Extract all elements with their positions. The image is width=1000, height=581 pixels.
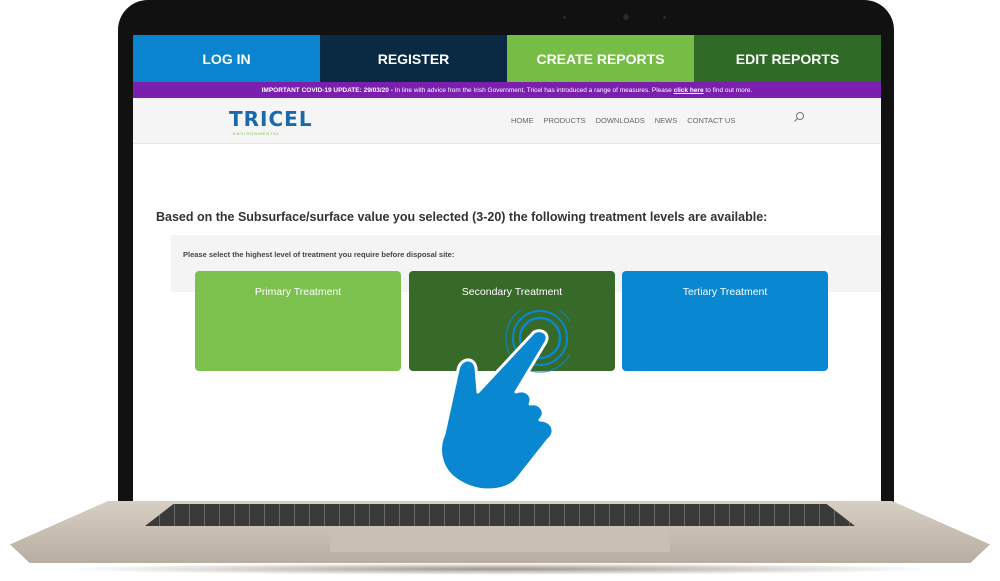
covid-banner-title: IMPORTANT COVID-19 UPDATE: 29/03/20 - — [261, 86, 393, 94]
logo-subtitle: ENVIRONMENTAL — [233, 131, 281, 136]
covid-banner-tail: to find out more. — [703, 86, 753, 94]
primary-treatment-label: Primary Treatment — [254, 286, 342, 298]
register-tab[interactable]: REGISTER — [320, 35, 507, 82]
logo-text: TRICEL — [229, 107, 313, 131]
search-icon[interactable] — [793, 111, 805, 123]
login-tab[interactable]: LOG IN — [133, 35, 320, 82]
menu-item-contact-us[interactable]: CONTACT US — [687, 116, 735, 125]
create-reports-tab[interactable]: CREATE REPORTS — [507, 35, 694, 82]
covid-click-here-link[interactable]: click here — [674, 87, 704, 94]
laptop-shadow — [60, 563, 940, 575]
main-menu: HOME PRODUCTS DOWNLOADS NEWS CONTACT US — [511, 116, 735, 125]
covid-banner-text: In line with advice from the Irish Gover… — [392, 86, 674, 94]
tertiary-treatment-button[interactable]: Tertiary Treatment — [622, 271, 828, 371]
secondary-treatment-label: Secondary Treatment — [461, 286, 563, 298]
camera-dot — [563, 16, 566, 19]
covid-banner: IMPORTANT COVID-19 UPDATE: 29/03/20 - In… — [133, 82, 881, 98]
laptop-keyboard — [145, 504, 855, 526]
menu-item-news[interactable]: NEWS — [655, 116, 678, 125]
laptop-touchpad — [330, 530, 670, 552]
menu-item-products[interactable]: PRODUCTS — [544, 116, 586, 125]
camera-dot — [663, 16, 666, 19]
edit-reports-tab[interactable]: EDIT REPORTS — [694, 35, 881, 82]
pointing-hand-icon — [439, 310, 570, 492]
site-header: TRICEL ENVIRONMENTAL HOME PRODUCTS DOWNL… — [133, 98, 881, 144]
primary-treatment-button[interactable]: Primary Treatment — [195, 271, 401, 371]
menu-item-home[interactable]: HOME — [511, 116, 534, 125]
selection-instruction: Please select the highest level of treat… — [183, 250, 455, 259]
camera-icon — [623, 14, 629, 20]
top-navigation: LOG IN REGISTER CREATE REPORTS EDIT REPO… — [133, 35, 881, 82]
menu-item-downloads[interactable]: DOWNLOADS — [596, 116, 645, 125]
tertiary-treatment-label: Tertiary Treatment — [682, 286, 768, 298]
tricel-logo[interactable]: TRICEL ENVIRONMENTAL — [229, 107, 313, 136]
treatment-question: Based on the Subsurface/surface value yo… — [156, 210, 768, 224]
